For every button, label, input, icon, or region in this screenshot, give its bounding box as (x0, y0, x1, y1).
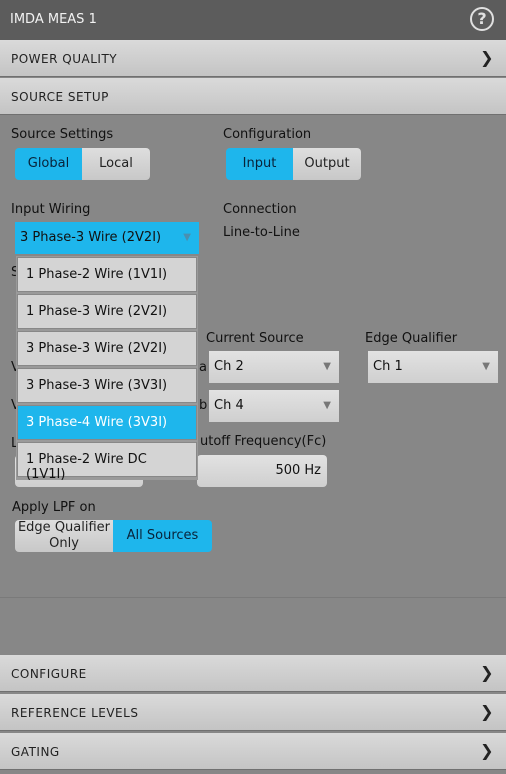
dropdown-arrow-icon: ▼ (183, 232, 191, 243)
cutoff-frequency-label: utoff Frequency(Fc) (200, 434, 327, 449)
occluded-label: b (199, 398, 208, 413)
section-label: REFERENCE LEVELS (11, 706, 139, 720)
cutoff-frequency-input[interactable]: 500 Hz (197, 455, 327, 487)
section-reference-levels[interactable]: REFERENCE LEVELS ❯ (0, 694, 506, 731)
dropdown-value: 3 Phase-3 Wire (2V2I) (20, 230, 162, 245)
section-label: POWER QUALITY (11, 52, 118, 66)
dropdown-arrow-icon: ▼ (323, 400, 331, 411)
section-gating[interactable]: GATING ❯ (0, 733, 506, 770)
output-button[interactable]: Output (293, 148, 361, 180)
section-label: SOURCE SETUP (11, 90, 109, 104)
menu-item[interactable]: 3 Phase-3 Wire (2V2I) (17, 331, 197, 366)
local-button[interactable]: Local (82, 148, 150, 180)
current-source-label: Current Source (206, 331, 304, 346)
menu-item[interactable]: 3 Phase-3 Wire (3V3I) (17, 368, 197, 403)
input-wiring-label: Input Wiring (11, 202, 91, 217)
chevron-right-icon: ❯ (480, 663, 494, 682)
all-sources-button[interactable]: All Sources (113, 520, 212, 552)
section-label: GATING (11, 745, 60, 759)
apply-lpf-label: Apply LPF on (12, 500, 96, 515)
chevron-right-icon: ❯ (480, 741, 494, 760)
section-configure[interactable]: CONFIGURE ❯ (0, 655, 506, 692)
global-button[interactable]: Global (15, 148, 82, 180)
window-title: IMDA MEAS 1 (10, 12, 97, 27)
edge-qualifier-label: Edge Qualifier (365, 331, 458, 346)
connection-label: Connection (223, 202, 297, 217)
input-button[interactable]: Input (226, 148, 293, 180)
dropdown-arrow-icon: ▼ (482, 361, 490, 372)
dropdown-value: Ch 2 (214, 359, 244, 374)
menu-item[interactable]: 1 Phase-3 Wire (2V2I) (17, 294, 197, 329)
source-settings-label: Source Settings (11, 127, 114, 142)
edge-qualifier-only-button[interactable]: Edge Qualifier Only (15, 520, 113, 552)
menu-item-highlighted[interactable]: 3 Phase-4 Wire (3V3I) (17, 405, 197, 440)
section-power-quality[interactable]: POWER QUALITY ❯ (0, 40, 506, 77)
current-source-dropdown-2[interactable]: Ch 4 ▼ (209, 390, 339, 422)
input-wiring-menu: 1 Phase-2 Wire (1V1I) 1 Phase-3 Wire (2V… (16, 256, 198, 482)
occluded-label: a (199, 360, 207, 375)
connection-value: Line-to-Line (223, 225, 300, 240)
dropdown-value: Ch 4 (214, 398, 244, 413)
chevron-right-icon: ❯ (480, 702, 494, 721)
menu-item[interactable]: 1 Phase-2 Wire (1V1I) (17, 257, 197, 292)
configuration-label: Configuration (223, 127, 312, 142)
dropdown-arrow-icon: ▼ (323, 361, 331, 372)
chevron-right-icon: ❯ (480, 48, 494, 67)
input-wiring-dropdown[interactable]: 3 Phase-3 Wire (2V2I) ▼ (15, 222, 199, 254)
input-value: 500 Hz (275, 463, 321, 478)
edge-qualifier-dropdown[interactable]: Ch 1 ▼ (368, 351, 498, 383)
window-header: IMDA MEAS 1 (0, 0, 506, 40)
question-circle-icon[interactable]: ? (470, 7, 494, 31)
current-source-dropdown-1[interactable]: Ch 2 ▼ (209, 351, 339, 383)
menu-item[interactable]: 1 Phase-2 Wire DC (1V1I) (17, 442, 197, 482)
divider (0, 597, 506, 598)
section-source-setup[interactable]: SOURCE SETUP (0, 78, 506, 115)
dropdown-value: Ch 1 (373, 359, 403, 374)
section-label: CONFIGURE (11, 667, 87, 681)
